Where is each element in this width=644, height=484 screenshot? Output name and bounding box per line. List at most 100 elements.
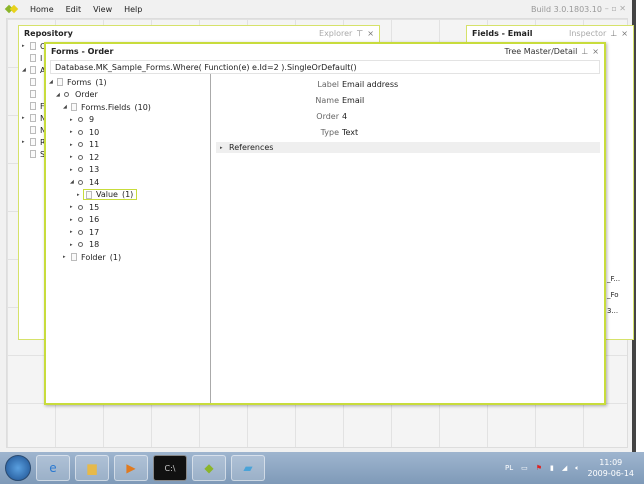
document-icon — [30, 126, 36, 134]
object-icon — [78, 242, 83, 248]
item-label: I — [40, 53, 43, 63]
references-section[interactable]: ▸ References — [216, 142, 600, 153]
object-icon — [78, 117, 83, 123]
panel-mode: Inspector — [569, 28, 607, 38]
document-icon — [30, 138, 36, 146]
collection-icon — [71, 253, 77, 262]
fields-header: Fields - Email Inspector ⊥ × — [467, 26, 633, 40]
tree-node[interactable]: ▸ Folder (1) — [46, 251, 210, 264]
close-icon[interactable]: × — [367, 29, 374, 38]
object-icon — [78, 179, 83, 185]
clock[interactable]: 11:09 2009-06-14 — [588, 457, 635, 479]
node-label: 11 — [89, 140, 100, 150]
dialog-header: Forms - Order Tree Master/Detail ⊥ × — [46, 44, 604, 58]
window-taskbar-icon[interactable]: ▰ — [231, 455, 265, 481]
tree-node[interactable]: ▸ 13 — [46, 164, 210, 177]
property-label: Type — [320, 127, 339, 137]
media-player-taskbar-icon[interactable]: ▶ — [114, 455, 148, 481]
app-logo-icon — [4, 4, 19, 14]
network-icon[interactable]: ◢ — [562, 464, 567, 472]
clock-time: 11:09 — [599, 458, 623, 467]
expand-arrow-icon[interactable]: ▸ — [22, 115, 28, 121]
cmd-taskbar-icon[interactable]: C:\ — [153, 455, 187, 481]
node-label: 9 — [89, 115, 95, 125]
property-value[interactable]: Text — [342, 128, 358, 137]
node-label: 12 — [89, 152, 100, 162]
system-tray: PL ▭ ⚑ ▮ ◢ 🔈︎ 11:09 2009-06-14 — [505, 452, 634, 484]
object-icon — [78, 229, 83, 235]
property-row: Label Email address — [212, 76, 604, 92]
node-count: (10) — [134, 102, 151, 112]
expand-arrow-icon: ▸ — [220, 144, 223, 151]
tree-node[interactable]: ▸ 9 — [46, 114, 210, 127]
node-count: (1) — [109, 252, 122, 262]
property-row: Name Email — [212, 92, 604, 108]
clipped-item: _Fo — [607, 291, 619, 299]
pin-icon[interactable]: ⊤ — [356, 29, 363, 38]
tree-node[interactable]: ▸ 16 — [46, 214, 210, 227]
window-controls[interactable]: – ▫ ✕ — [605, 4, 626, 13]
tree-node[interactable]: ◢ Forms.Fields (10) — [46, 101, 210, 114]
repository-header: Repository Explorer ⊤ × — [19, 26, 379, 40]
menu-help[interactable]: Help — [124, 5, 142, 14]
property-label: Label — [317, 79, 339, 89]
property-row: Type Text — [212, 124, 604, 140]
close-icon[interactable]: × — [621, 29, 628, 38]
collection-icon — [86, 190, 92, 199]
menu-edit[interactable]: Edit — [66, 5, 82, 14]
taskbar: e ▆ ▶ C:\ ◆ ▰ PL ▭ ⚑ ▮ ◢ 🔈︎ 11:09 2009-0… — [0, 452, 644, 484]
tree-node[interactable]: ▸ 10 — [46, 126, 210, 139]
node-count: (1) — [95, 77, 107, 87]
property-value[interactable]: 4 — [342, 112, 347, 121]
clipped-item: _F... — [607, 275, 621, 283]
tree-node[interactable]: ▸ 12 — [46, 151, 210, 164]
build-version: Build 3.0.1803.10 — [531, 5, 602, 14]
keyboard-icon[interactable]: ▭ — [521, 464, 528, 472]
object-icon — [78, 204, 83, 210]
dialog-title: Forms - Order — [51, 46, 114, 56]
expand-arrow-icon[interactable]: ▸ — [22, 139, 28, 145]
property-label: Name — [315, 95, 339, 105]
property-value[interactable]: Email address — [342, 80, 398, 89]
document-icon — [30, 90, 36, 98]
tree-node[interactable]: ▸ 11 — [46, 139, 210, 152]
close-icon[interactable]: × — [592, 47, 599, 56]
query-input[interactable]: Database.MK_Sample_Forms.Where( Function… — [50, 60, 600, 74]
expand-arrow-icon[interactable]: ▸ — [22, 43, 28, 49]
node-label: Forms.Fields — [81, 102, 131, 112]
action-center-flag-icon[interactable]: ⚑ — [536, 464, 542, 472]
tree-node[interactable]: ▸ 17 — [46, 226, 210, 239]
document-icon — [30, 42, 36, 50]
menu-view[interactable]: View — [93, 5, 112, 14]
node-label: 17 — [89, 227, 100, 237]
node-label: Folder — [81, 252, 106, 262]
volume-icon[interactable]: 🔈︎ — [575, 464, 579, 473]
menu-home[interactable]: Home — [30, 5, 54, 14]
tree-node[interactable]: ◢ Order — [46, 89, 210, 102]
node-label: 15 — [89, 202, 100, 212]
tree-node[interactable]: ▸ 15 — [46, 201, 210, 214]
language-indicator[interactable]: PL — [505, 464, 513, 472]
tree-node[interactable]: ◢ 14 — [46, 176, 210, 189]
document-icon — [30, 54, 36, 62]
object-icon — [78, 129, 83, 135]
menu-bar: Home Edit View Help Build 3.0.1803.10 – … — [0, 0, 632, 18]
pin-icon[interactable]: ⊥ — [581, 47, 588, 56]
start-button[interactable] — [5, 455, 31, 481]
tree-node[interactable]: ▸ Value (1) — [46, 189, 210, 202]
explorer-taskbar-icon[interactable]: ▆ — [75, 455, 109, 481]
detail-pane: Label Email address Name Email Order 4 Type Tex… — [212, 74, 604, 403]
app-taskbar-icon[interactable]: ◆ — [192, 455, 226, 481]
tree-node[interactable]: ▸ 18 — [46, 239, 210, 252]
tree-node[interactable]: ◢ Forms (1) — [46, 76, 210, 89]
clipped-item: 3... — [607, 307, 619, 315]
node-label: 10 — [89, 127, 100, 137]
document-icon — [30, 114, 36, 122]
expand-arrow-icon[interactable]: ◢ — [22, 67, 28, 73]
node-label: Value — [96, 190, 118, 200]
ie-taskbar-icon[interactable]: e — [36, 455, 70, 481]
power-icon[interactable]: ▮ — [550, 464, 554, 472]
pin-icon[interactable]: ⊥ — [610, 29, 617, 38]
property-value[interactable]: Email — [342, 96, 364, 105]
object-icon — [78, 142, 83, 148]
